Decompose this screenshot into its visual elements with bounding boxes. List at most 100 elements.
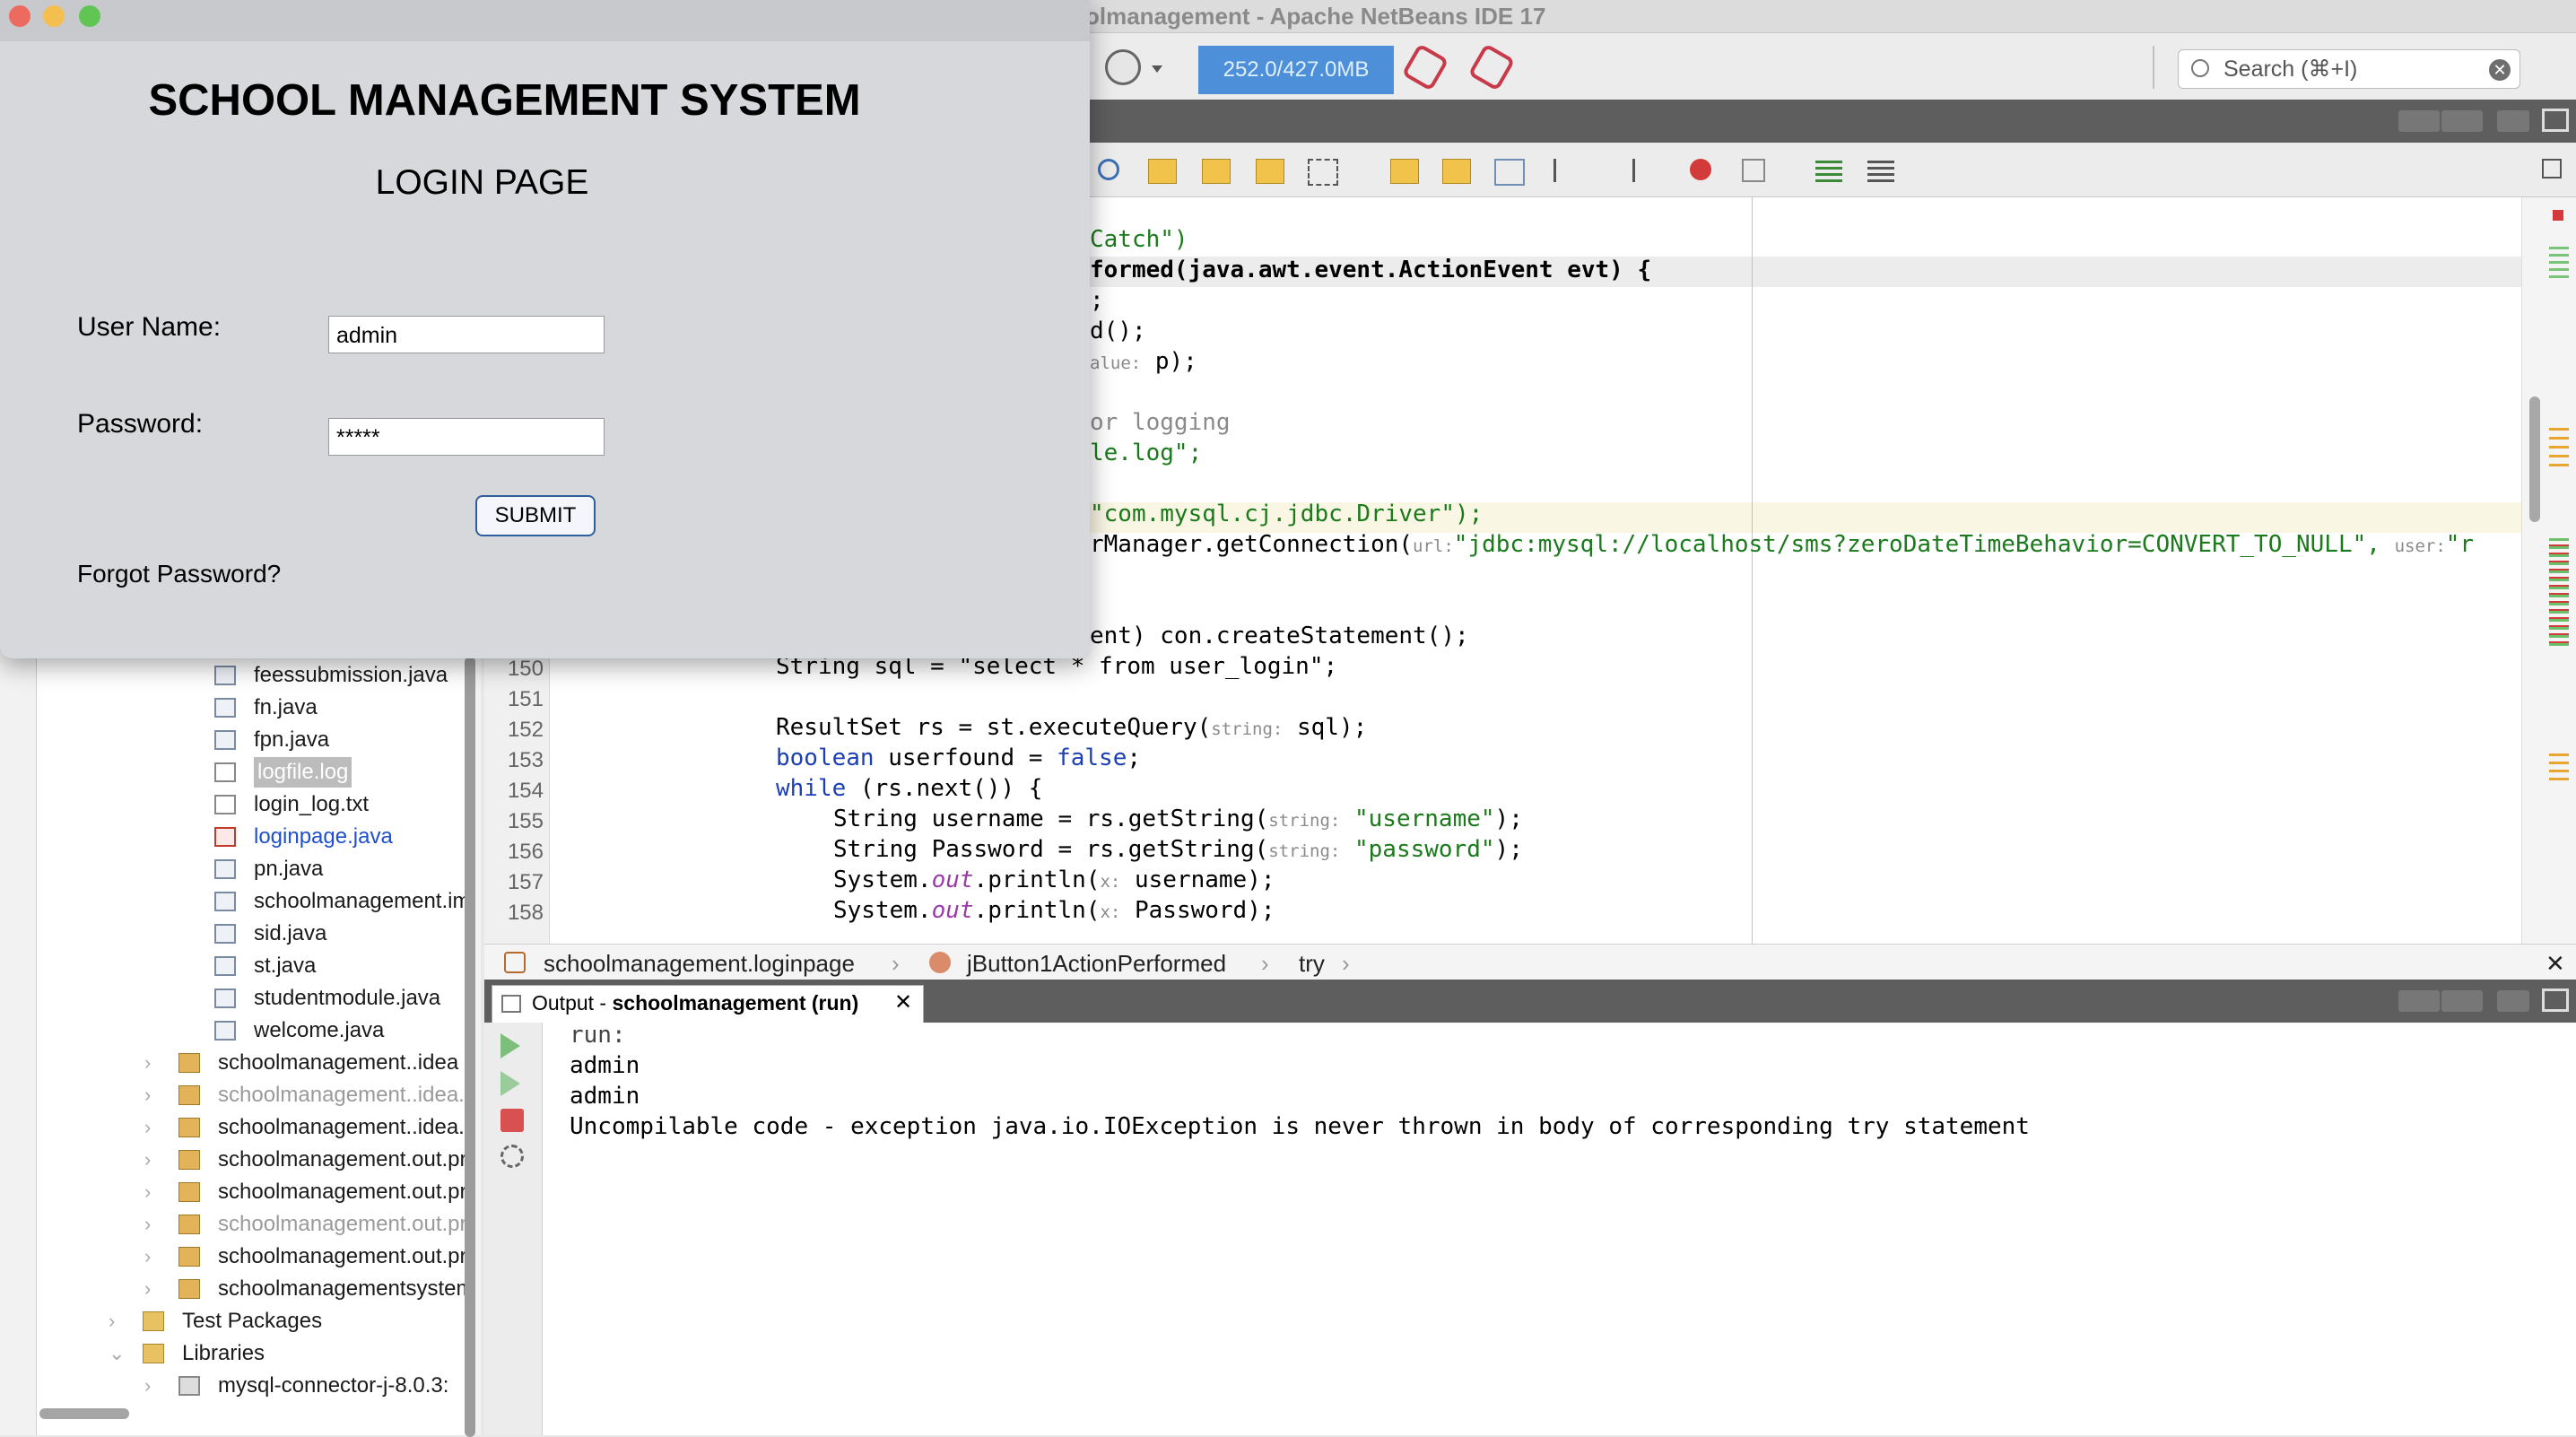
clear-search-icon[interactable]: ✕ [2489, 59, 2511, 81]
split-editor-icon[interactable] [2542, 159, 2562, 179]
package-icon [178, 1150, 200, 1170]
scroll-tabs-left-icon[interactable] [2398, 990, 2440, 1012]
chevron-right-icon: › [1342, 950, 1350, 977]
password-input[interactable]: ***** [328, 418, 605, 456]
breadcrumb-method[interactable]: jButton1ActionPerformed [967, 950, 1226, 978]
tree-vertical-scrollbar[interactable] [465, 657, 475, 1437]
gc-icon[interactable] [1401, 43, 1449, 91]
scroll-tabs-right-icon[interactable] [2441, 990, 2483, 1012]
stop-macro-icon[interactable] [1742, 159, 1765, 182]
stop-icon[interactable] [500, 1109, 524, 1132]
tabs-dropdown-icon[interactable] [2497, 110, 2529, 132]
find-previous-icon[interactable] [1148, 159, 1177, 184]
previous-bookmark-icon[interactable] [1390, 159, 1419, 184]
shift-left-icon[interactable] [1553, 159, 1583, 182]
code-text: String Password = rs.getString( [833, 836, 1269, 863]
breadcrumb: schoolmanagement.loginpage › jButton1Act… [484, 944, 2576, 981]
zoom-window-icon[interactable] [79, 5, 100, 27]
class-icon [504, 952, 526, 973]
search-input[interactable]: Search (⌘+I) ✕ [2178, 49, 2520, 89]
close-tab-icon[interactable]: ✕ [894, 989, 912, 1015]
chevron-right-icon[interactable]: › [144, 1209, 151, 1240]
package-icon [178, 1118, 200, 1137]
find-icon[interactable] [1098, 159, 1119, 180]
editor-scroll-thumb[interactable] [2529, 396, 2540, 522]
code-line: formed(java.awt.event.ActionEvent evt) { [1090, 257, 1652, 283]
chevron-right-icon[interactable]: › [144, 1241, 151, 1272]
right-margin-line [1752, 197, 1753, 944]
breadcrumb-class[interactable]: schoolmanagement.loginpage [544, 950, 855, 978]
minimize-window-icon[interactable] [43, 5, 65, 27]
username-input[interactable]: admin [328, 316, 605, 353]
memory-indicator[interactable]: 252.0/427.0MB [1198, 46, 1394, 94]
chevron-right-icon[interactable]: › [144, 1274, 151, 1304]
java-file-icon [214, 924, 236, 944]
package-icon [178, 1085, 200, 1105]
change-markers [2549, 538, 2569, 646]
chevron-right-icon[interactable]: › [144, 1112, 151, 1143]
code-string: Catch") [1090, 226, 1188, 253]
tree-item-label: fn.java [254, 695, 318, 719]
chevron-right-icon[interactable]: › [109, 1306, 115, 1337]
chevron-right-icon[interactable]: › [144, 1080, 151, 1110]
close-window-icon[interactable] [9, 5, 30, 27]
maximize-window-icon[interactable] [2542, 109, 2569, 132]
code-string: le.log"; [1090, 440, 1203, 466]
profile-icon[interactable] [1105, 49, 1141, 85]
code-keyword: false [1057, 745, 1127, 771]
code-line: System.out.println(x: username); [833, 867, 1275, 893]
chevron-right-icon[interactable]: › [144, 1048, 151, 1078]
code-line: boolean userfound = false; [776, 745, 1141, 771]
window-title: olmanagement - Apache NetBeans IDE 17 [1085, 3, 1546, 30]
tab-output[interactable]: Output - schoolmanagement (run) ✕ [492, 985, 924, 1023]
scroll-tabs-left-icon[interactable] [2398, 110, 2440, 132]
find-next-icon[interactable] [1202, 159, 1231, 184]
close-breadcrumb-icon[interactable]: ✕ [2546, 950, 2565, 978]
tabs-dropdown-icon[interactable] [2497, 990, 2529, 1012]
start-macro-icon[interactable] [1690, 159, 1711, 180]
error-stripe[interactable] [2521, 197, 2576, 944]
code-string: "com.mysql.cj.jdbc.Driver"); [1090, 501, 1484, 527]
scroll-tabs-right-icon[interactable] [2441, 110, 2483, 132]
password-label: Password: [77, 409, 204, 439]
output-error-line: Uncompilable code - exception java.io.IO… [570, 1113, 2030, 1140]
code-line: ResultSet rs = st.executeQuery(string: s… [776, 714, 1367, 741]
code-line: String username = rs.getString(string: "… [833, 806, 1523, 832]
submit-button[interactable]: SUBMIT [475, 495, 596, 536]
package-icon [178, 1182, 200, 1202]
comment-icon[interactable] [1815, 159, 1842, 182]
forgot-password-link[interactable]: Forgot Password? [77, 560, 281, 588]
output-console[interactable]: run: admin admin Uncompilable code - exc… [543, 1022, 2576, 1435]
chevron-right-icon[interactable]: › [144, 1145, 151, 1175]
chevron-right-icon[interactable]: › [144, 1177, 151, 1207]
code-text: rManager.getConnection( [1090, 531, 1414, 558]
settings-icon[interactable] [500, 1145, 524, 1168]
rerun-icon[interactable] [500, 1033, 520, 1058]
tree-item-label: schoolmanagementsystem [218, 1276, 474, 1301]
code-string: "password" [1354, 836, 1495, 863]
chevron-down-icon[interactable]: ⌄ [109, 1338, 125, 1369]
toggle-bookmark-icon[interactable] [1494, 159, 1525, 186]
shift-right-icon[interactable] [1606, 159, 1635, 182]
param-hint: string: [1268, 841, 1341, 861]
next-bookmark-icon[interactable] [1442, 159, 1471, 184]
profile-dropdown-icon[interactable] [1152, 65, 1162, 73]
warning-markers [2549, 753, 2569, 780]
code-text: ; [1127, 745, 1142, 771]
param-hint: string: [1211, 719, 1284, 739]
maximize-window-icon[interactable] [2542, 988, 2569, 1012]
java-file-icon [214, 730, 236, 750]
profiler-icon[interactable] [1467, 43, 1516, 91]
rerun-with-args-icon[interactable] [500, 1071, 520, 1096]
tree-horizontal-scrollbar[interactable] [39, 1408, 129, 1419]
toggle-highlight-icon[interactable] [1308, 159, 1338, 186]
line-number: 158 [507, 901, 544, 925]
uncomment-icon[interactable] [1867, 159, 1894, 182]
breadcrumb-block[interactable]: try [1299, 950, 1325, 978]
tree-item-label: sid.java [254, 921, 327, 945]
package-icon [178, 1247, 200, 1267]
code-text: System. [833, 897, 932, 924]
find-selection-icon[interactable] [1256, 159, 1284, 184]
chevron-right-icon[interactable]: › [144, 1371, 151, 1401]
tree-item-label: logfile.log [254, 757, 352, 788]
